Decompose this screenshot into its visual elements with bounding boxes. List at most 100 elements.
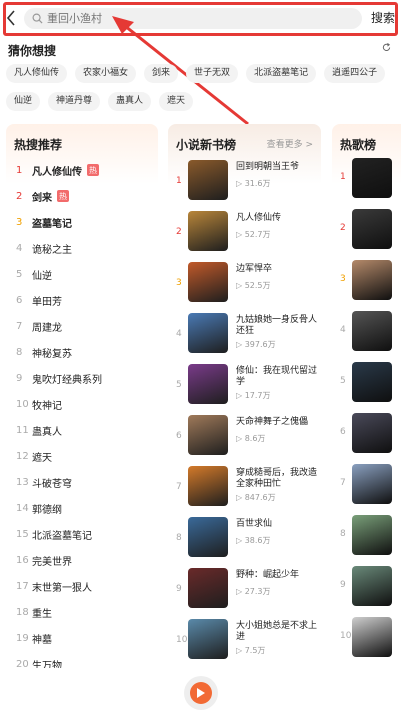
item-name: 凡人修仙传: [32, 166, 82, 178]
hot-search-item[interactable]: 13 斗破苍穹: [16, 472, 72, 492]
book-title: 回到明朝当王爷: [236, 162, 300, 172]
player-button[interactable]: [184, 676, 218, 710]
search-box[interactable]: [24, 8, 362, 29]
rank-number: 3: [340, 274, 346, 284]
play-count-icon: ▷: [236, 340, 245, 349]
play-count: ▷ 17.7万: [236, 390, 271, 401]
rank-number: 1: [16, 164, 23, 176]
item-name: 诡秘之主: [32, 244, 72, 256]
search-chip[interactable]: 仙逆: [6, 92, 41, 111]
hot-search-item[interactable]: 6 单田芳: [16, 290, 62, 310]
hot-search-item[interactable]: 19 神墓: [16, 628, 52, 648]
song-item[interactable]: 9: [338, 566, 401, 606]
search-input[interactable]: [47, 12, 327, 25]
song-item[interactable]: 3: [338, 260, 401, 300]
rank-number: 4: [176, 329, 182, 339]
search-chip[interactable]: 世子无双: [186, 64, 239, 83]
rank-number: 1: [340, 172, 346, 182]
song-item[interactable]: 4: [338, 311, 401, 351]
rank-number: 5: [340, 376, 346, 386]
rank-number: 13: [16, 476, 29, 488]
hot-search-item[interactable]: 1 凡人修仙传热: [16, 160, 99, 180]
rank-number: 8: [16, 346, 23, 358]
song-cover: [352, 464, 392, 504]
search-chip[interactable]: 神道丹尊: [48, 92, 101, 111]
rank-number: 19: [16, 632, 29, 644]
book-item[interactable]: 1 回到明朝当王爷 ▷ 31.6万: [174, 160, 319, 204]
book-item[interactable]: 6 天命神舞子之傀儡 ▷ 8.6万: [174, 415, 319, 459]
hot-search-item[interactable]: 11 蛊真人: [16, 420, 62, 440]
book-item[interactable]: 7 穿成糙哥后，我改造全家种田忙 ▷ 847.6万: [174, 466, 319, 510]
item-name: 单田芳: [32, 296, 62, 308]
hot-search-item[interactable]: 5 仙逆: [16, 264, 52, 284]
hot-songs-panel: 热歌榜 1 2 3 4 5 6 7 8 9 10: [332, 124, 401, 668]
hot-search-item[interactable]: 12 遮天: [16, 446, 52, 466]
song-item[interactable]: 2: [338, 209, 401, 249]
search-chip[interactable]: 逍遥四公子: [324, 64, 386, 83]
search-chip[interactable]: 遮天: [159, 92, 194, 111]
song-item[interactable]: 7: [338, 464, 401, 504]
guess-title: 猜你想搜: [8, 44, 57, 58]
book-item[interactable]: 10 大小姐她总是不求上进 ▷ 7.5万: [174, 619, 319, 663]
item-name: 神墓: [32, 634, 52, 646]
top-bar: 搜索: [0, 0, 401, 36]
hot-search-item[interactable]: 2 剑来热: [16, 186, 69, 206]
hot-search-item[interactable]: 14 郭德纲: [16, 498, 62, 518]
song-item[interactable]: 8: [338, 515, 401, 555]
hot-search-item[interactable]: 8 神秘复苏: [16, 342, 72, 362]
hot-badge: 热: [57, 190, 69, 202]
rank-number: 7: [176, 482, 182, 492]
book-title: 边军悍卒: [236, 264, 273, 274]
rank-number: 1: [176, 176, 182, 186]
book-item[interactable]: 5 修仙：我在现代留过学 ▷ 17.7万: [174, 364, 319, 408]
play-count-value: 17.7万: [244, 391, 271, 400]
hot-search-item[interactable]: 18 重生: [16, 602, 52, 622]
song-item[interactable]: 6: [338, 413, 401, 453]
book-item[interactable]: 2 凡人修仙传 ▷ 52.7万: [174, 211, 319, 255]
song-item[interactable]: 10: [338, 617, 401, 657]
play-count-icon: ▷: [236, 391, 245, 400]
hot-search-item[interactable]: 16 完美世界: [16, 550, 72, 570]
play-count: ▷ 27.3万: [236, 586, 271, 597]
play-count-icon: ▷: [236, 281, 245, 290]
hot-search-item[interactable]: 20 生万物: [16, 654, 62, 669]
song-cover: [352, 413, 392, 453]
see-more-link[interactable]: 查看更多 >: [267, 137, 313, 150]
new-books-panel: 小说新书榜 查看更多 > 1 回到明朝当王爷 ▷ 31.6万 2 凡人修仙传 ▷ 52.7…: [168, 124, 321, 668]
book-item[interactable]: 8 百世求仙 ▷ 38.6万: [174, 517, 319, 561]
search-chip[interactable]: 农家小福女: [75, 64, 137, 83]
song-item[interactable]: 5: [338, 362, 401, 402]
hot-search-item[interactable]: 17 末世第一狠人: [16, 576, 92, 596]
search-chip[interactable]: 北派盗墓笔记: [246, 64, 317, 83]
search-button[interactable]: 搜索: [371, 9, 395, 26]
hot-search-item[interactable]: 10 牧神记: [16, 394, 62, 414]
book-item[interactable]: 3 边军悍卒 ▷ 52.5万: [174, 262, 319, 306]
song-item[interactable]: 1: [338, 158, 401, 198]
search-chip[interactable]: 蛊真人: [108, 92, 152, 111]
book-title: 穿成糙哥后，我改造全家种田忙: [236, 468, 318, 489]
item-name: 完美世界: [32, 556, 72, 568]
play-count-value: 397.6万: [244, 340, 276, 349]
play-count: ▷ 8.6万: [236, 433, 265, 444]
search-chip[interactable]: 凡人修仙传: [6, 64, 68, 83]
rank-number: 9: [16, 372, 23, 384]
play-count-value: 7.5万: [244, 646, 266, 655]
rank-number: 2: [176, 227, 182, 237]
search-chip[interactable]: 剑来: [144, 64, 179, 83]
hot-search-item[interactable]: 7 周建龙: [16, 316, 62, 336]
hot-search-item[interactable]: 3 盗墓笔记: [16, 212, 72, 232]
rank-number: 4: [16, 242, 23, 254]
hot-search-item[interactable]: 9 鬼吹灯经典系列: [16, 368, 102, 388]
item-name: 剑来: [32, 192, 52, 204]
book-title: 凡人修仙传: [236, 213, 282, 223]
rank-number: 6: [340, 427, 346, 437]
rank-number: 15: [16, 528, 29, 540]
hot-search-item[interactable]: 4 诡秘之主: [16, 238, 72, 258]
refresh-icon[interactable]: [382, 42, 391, 55]
book-item[interactable]: 9 野种：崛起少年 ▷ 27.3万: [174, 568, 319, 612]
rank-number: 12: [16, 450, 29, 462]
song-cover: [352, 209, 392, 249]
hot-search-item[interactable]: 15 北派盗墓笔记: [16, 524, 92, 544]
back-button[interactable]: [0, 0, 22, 36]
book-item[interactable]: 4 九姑娘她一身反骨人还狂 ▷ 397.6万: [174, 313, 319, 357]
